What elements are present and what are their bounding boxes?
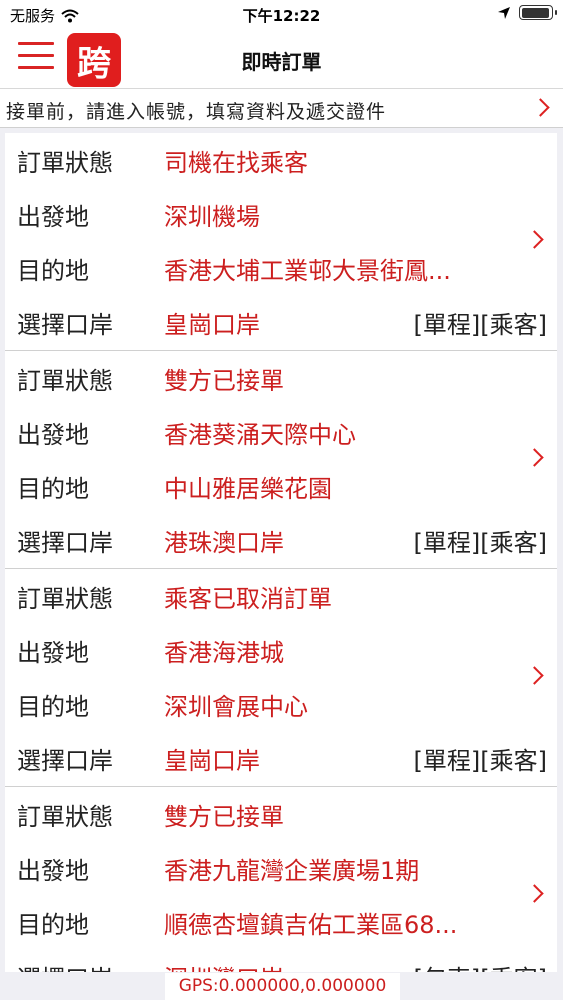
- account-notice-banner[interactable]: 接單前，請進入帳號，填寫資料及遞交證件: [0, 89, 563, 128]
- status-icons: [497, 5, 557, 20]
- origin-value: 香港葵涌天際中心: [164, 420, 356, 449]
- notice-text: 接單前，請進入帳號，填寫資料及遞交證件: [6, 101, 387, 123]
- trip-type-tag: [包車][乘客]: [414, 959, 547, 973]
- destination-value: 順德杏壇鎮吉佑工業區68...: [164, 910, 458, 939]
- status-value: 司機在找乘客: [164, 148, 308, 177]
- status-label: 訂單狀態: [17, 148, 113, 177]
- status-value: 雙方已接單: [164, 802, 284, 831]
- port-row: 選擇口岸 深圳灣口岸 [包車][乘客]: [17, 956, 557, 973]
- origin-label: 出發地: [17, 638, 89, 667]
- location-arrow-icon: [498, 6, 510, 19]
- origin-value: 香港九龍灣企業廣場1期: [164, 856, 420, 885]
- status-row: 訂單狀態 司機在找乘客: [17, 140, 557, 180]
- port-label: 選擇口岸: [17, 959, 164, 973]
- order-card[interactable]: 訂單狀態 雙方已接單 出發地 香港葵涌天際中心 目的地 中山雅居樂花園 選擇口岸…: [5, 351, 557, 569]
- status-label: 訂單狀態: [17, 802, 113, 831]
- chevron-right-icon: [531, 98, 550, 117]
- page-title: 即時訂單: [241, 50, 322, 74]
- destination-value: 深圳會展中心: [164, 692, 308, 721]
- order-card[interactable]: 訂單狀態 司機在找乘客 出發地 深圳機場 目的地 香港大埔工業邨大景街鳳... …: [5, 133, 557, 351]
- destination-label: 目的地: [17, 474, 89, 503]
- order-list: 訂單狀態 司機在找乘客 出發地 深圳機場 目的地 香港大埔工業邨大景街鳳... …: [5, 133, 557, 972]
- order-card[interactable]: 訂單狀態 雙方已接單 出發地 香港九龍灣企業廣場1期 目的地 順德杏壇鎮吉佑工業…: [5, 787, 557, 973]
- port-label: 選擇口岸: [17, 746, 113, 775]
- status-label: 訂單狀態: [17, 366, 113, 395]
- trip-type-tag: [單程][乘客]: [413, 310, 547, 339]
- port-row: 選擇口岸 皇崗口岸 [單程][乘客]: [17, 302, 557, 342]
- destination-label: 目的地: [17, 692, 89, 721]
- status-value: 雙方已接單: [164, 366, 284, 395]
- port-value: 皇崗口岸: [164, 746, 260, 775]
- origin-label: 出發地: [17, 202, 89, 231]
- clock: 下午12:22: [242, 7, 321, 25]
- destination-value: 香港大埔工業邨大景街鳳...: [164, 256, 451, 285]
- port-value: 深圳灣口岸: [164, 959, 284, 973]
- origin-value: 香港海港城: [164, 638, 284, 667]
- origin-value: 深圳機場: [164, 202, 260, 231]
- destination-label: 目的地: [17, 910, 89, 939]
- destination-row: 目的地 順德杏壇鎮吉佑工業區68...: [17, 902, 557, 942]
- destination-value: 中山雅居樂花園: [164, 474, 332, 503]
- port-label: 選擇口岸: [17, 310, 113, 339]
- status-row: 訂單狀態 雙方已接單: [17, 358, 557, 398]
- trip-type-tag: [單程][乘客]: [413, 746, 547, 775]
- origin-row: 出發地 香港九龍灣企業廣場1期: [17, 848, 557, 888]
- status-row: 訂單狀態 乘客已取消訂單: [17, 576, 557, 616]
- status-row: 訂單狀態 雙方已接單: [17, 794, 557, 834]
- origin-row: 出發地 深圳機場: [17, 194, 557, 234]
- origin-label: 出發地: [17, 420, 89, 449]
- status-value: 乘客已取消訂單: [164, 584, 332, 613]
- destination-row: 目的地 中山雅居樂花園: [17, 466, 557, 506]
- status-bar: 无服务 下午12:22: [0, 0, 563, 30]
- port-value: 港珠澳口岸: [164, 528, 284, 557]
- port-label: 選擇口岸: [17, 528, 113, 557]
- port-row: 選擇口岸 皇崗口岸 [單程][乘客]: [17, 738, 557, 778]
- status-label: 訂單狀態: [17, 584, 113, 613]
- battery-icon: [519, 5, 557, 20]
- port-value: 皇崗口岸: [164, 310, 260, 339]
- origin-row: 出發地 香港葵涌天際中心: [17, 412, 557, 452]
- trip-type-tag: [單程][乘客]: [413, 528, 547, 557]
- nav-bar: 跨 即時訂單: [0, 30, 563, 89]
- origin-row: 出發地 香港海港城: [17, 630, 557, 670]
- origin-label: 出發地: [17, 856, 89, 885]
- destination-row: 目的地 香港大埔工業邨大景街鳳...: [17, 248, 557, 288]
- order-card[interactable]: 訂單狀態 乘客已取消訂單 出發地 香港海港城 目的地 深圳會展中心 選擇口岸 皇…: [5, 569, 557, 787]
- gps-readout: GPS:0.000000,0.000000: [165, 973, 400, 1000]
- port-row: 選擇口岸 港珠澳口岸 [單程][乘客]: [17, 520, 557, 560]
- destination-label: 目的地: [17, 256, 89, 285]
- destination-row: 目的地 深圳會展中心: [17, 684, 557, 724]
